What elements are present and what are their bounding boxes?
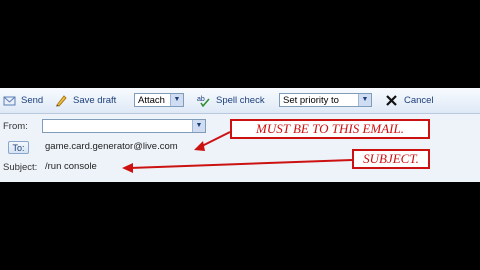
email-arrow <box>199 131 231 148</box>
email-arrowhead <box>194 141 205 151</box>
subject-arrow <box>129 159 353 169</box>
email-annotation: MUST BE TO THIS EMAIL. <box>230 119 430 139</box>
subject-annotation: SUBJECT. <box>352 149 430 169</box>
subject-arrowhead <box>122 163 133 173</box>
